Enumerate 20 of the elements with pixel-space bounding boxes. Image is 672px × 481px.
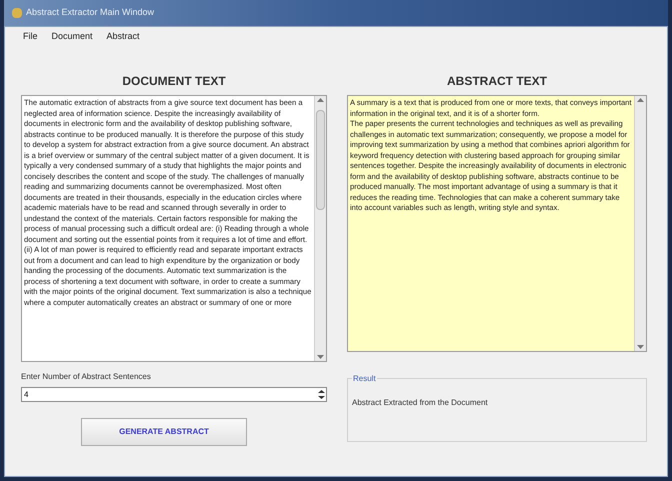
menu-item[interactable]: File — [23, 30, 38, 44]
up-arrow-icon — [637, 98, 644, 102]
menu-item[interactable]: Abstract — [106, 30, 140, 44]
generate-abstract-button[interactable]: GENERATE ABSTRACT — [81, 418, 247, 446]
down-arrow-icon — [637, 345, 644, 349]
spin-arrows-icon[interactable] — [317, 389, 326, 400]
window-title: Abstract Extractor Main Window — [26, 6, 154, 20]
scrollbar[interactable] — [634, 96, 646, 351]
scroll-thumb[interactable] — [316, 110, 325, 210]
app-icon — [12, 8, 22, 18]
menu-item[interactable]: Document — [52, 30, 93, 44]
field-label: Enter Number of Abstract Sentences — [21, 371, 152, 383]
section-heading: DOCUMENT TEXT — [122, 73, 226, 90]
up-arrow-icon — [317, 98, 324, 102]
section-heading: ABSTRACT TEXT — [447, 73, 547, 90]
abstract-text-area[interactable] — [347, 95, 647, 352]
down-arrow-icon — [317, 355, 324, 359]
sentences-combo[interactable]: 4 — [21, 387, 327, 402]
result-text: Abstract Extracted from the Document — [352, 398, 488, 407]
scrollbar[interactable] — [314, 96, 326, 361]
